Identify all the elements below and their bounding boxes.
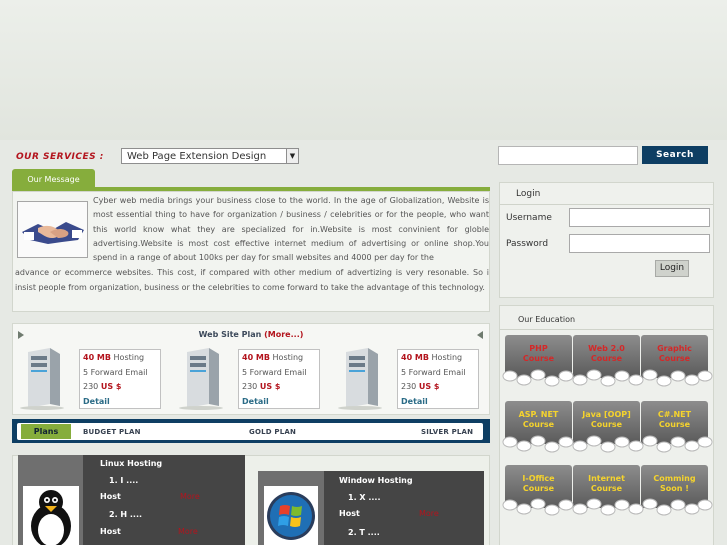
plan-email: 5 Forward Email xyxy=(83,367,148,377)
plan-hosting-label: Hosting xyxy=(431,353,463,362)
plan-detail-link[interactable]: Detail xyxy=(242,395,319,410)
tile-line-2: Course xyxy=(522,484,555,493)
plan-detail-link[interactable]: Detail xyxy=(401,395,478,410)
search-button[interactable]: Search xyxy=(642,146,708,164)
plan-hosting-size: 40 MB xyxy=(401,353,429,362)
windows-hosting-title: Window Hosting xyxy=(339,476,413,485)
windows-host-1: Host xyxy=(339,509,360,518)
plan-title: Web Site Plan (More...) xyxy=(12,330,490,339)
header-banner xyxy=(0,0,727,140)
plan-email: 5 Forward Email xyxy=(401,367,466,377)
plan-title-text: Web Site Plan xyxy=(198,330,262,339)
gold-plan-link[interactable]: GOLD PLAN xyxy=(249,428,296,436)
linux-hosting-title: Linux Hosting xyxy=(100,459,163,468)
tile-line-1: PHP xyxy=(529,344,548,353)
tile-line-2: Course xyxy=(658,420,691,429)
message-text-top: Cyber web media brings your business clo… xyxy=(93,196,489,263)
linux-item-2: 2. H .... xyxy=(109,510,143,519)
stones-decoration xyxy=(502,369,713,387)
plan-hosting-size: 40 MB xyxy=(83,353,111,362)
tile-line-1: Web 2.0 xyxy=(588,344,625,353)
chevron-down-icon[interactable]: ▼ xyxy=(286,149,298,163)
windows-item-1: 1. X .... xyxy=(348,493,381,502)
plan-hosting-label: Hosting xyxy=(113,353,145,362)
plan-price: 230 xyxy=(83,382,99,391)
linux-penguin-icon xyxy=(23,486,79,545)
plan-email: 5 Forward Email xyxy=(242,367,307,377)
plan-currency: US $ xyxy=(418,382,440,391)
tile-line-2: Soon ! xyxy=(660,484,689,493)
username-field[interactable] xyxy=(569,208,710,227)
tile-line-1: Graphic xyxy=(657,344,692,353)
services-selected-value: Web Page Extension Design xyxy=(127,151,267,162)
tile-line-1: I-Office xyxy=(522,474,555,483)
stones-decoration xyxy=(502,498,713,516)
plan-card: 40 MB Hosting 5 Forward Email 230 US $ D… xyxy=(397,349,479,409)
linux-host-2: Host xyxy=(100,527,121,536)
services-dropdown[interactable]: Web Page Extension Design ▼ xyxy=(121,148,299,164)
login-title: Login xyxy=(516,189,541,199)
windows-logo-icon xyxy=(264,486,318,545)
tile-line-2: Course xyxy=(522,420,555,429)
tile-line-1: ASP. NET xyxy=(518,410,559,419)
tile-line-2: Course xyxy=(590,484,623,493)
plan-card: 40 MB Hosting 5 Forward Email 230 US $ D… xyxy=(238,349,320,409)
stones-decoration xyxy=(502,435,713,453)
plan-currency: US $ xyxy=(100,382,122,391)
tile-line-1: Internet xyxy=(588,474,625,483)
windows-item-2: 2. T .... xyxy=(348,528,380,537)
password-label: Password xyxy=(506,239,549,249)
server-icon xyxy=(14,348,64,410)
education-divider xyxy=(500,329,713,330)
plan-hosting-label: Hosting xyxy=(272,353,304,362)
education-title: Our Education xyxy=(518,315,576,324)
linux-more-link-2[interactable]: More xyxy=(178,527,198,536)
linux-item-1: 1. I .... xyxy=(109,476,139,485)
services-label: OUR SERVICES : xyxy=(16,152,104,162)
plan-price: 230 xyxy=(401,382,417,391)
tile-line-2: Course xyxy=(658,354,691,363)
server-icon xyxy=(173,348,223,410)
search-input[interactable] xyxy=(498,146,638,165)
tile-line-2: Course xyxy=(590,420,623,429)
tile-line-2: Course xyxy=(522,354,555,363)
login-button[interactable]: Login xyxy=(655,260,689,277)
silver-plan-link[interactable]: SILVER PLAN xyxy=(421,428,473,436)
budget-plan-link[interactable]: BUDGET PLAN xyxy=(83,428,141,436)
plan-hosting-size: 40 MB xyxy=(242,353,270,362)
tile-line-1: Java [OOP] xyxy=(582,410,631,419)
linux-more-link-1[interactable]: More xyxy=(180,492,200,501)
handshake-image xyxy=(17,201,88,258)
tile-line-1: C#.NET xyxy=(657,410,692,419)
windows-more-link-1[interactable]: More xyxy=(419,509,439,518)
plan-more-link[interactable]: (More...) xyxy=(264,330,303,339)
plan-currency: US $ xyxy=(259,382,281,391)
password-field[interactable] xyxy=(569,234,710,253)
tile-line-1: Comming xyxy=(653,474,696,483)
login-divider xyxy=(500,204,713,205)
plan-detail-link[interactable]: Detail xyxy=(83,395,160,410)
tile-line-2: Course xyxy=(590,354,623,363)
username-label: Username xyxy=(506,213,552,223)
plan-card: 40 MB Hosting 5 Forward Email 230 US $ D… xyxy=(79,349,161,409)
plan-price: 230 xyxy=(242,382,258,391)
linux-host-1: Host xyxy=(100,492,121,501)
server-icon xyxy=(332,348,382,410)
message-text-bottom: advance or ecommerce websites. This cost… xyxy=(15,268,489,292)
tab-plans[interactable]: Plans xyxy=(21,424,71,439)
